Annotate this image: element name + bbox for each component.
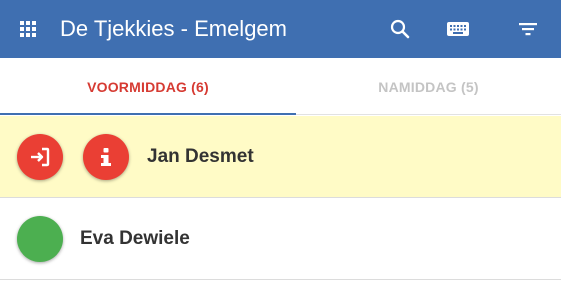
check-in-button[interactable] — [17, 134, 63, 180]
info-button[interactable] — [83, 134, 129, 180]
keyboard-icon[interactable] — [446, 17, 470, 41]
child-name: Eva Dewiele — [80, 228, 190, 249]
list-item[interactable]: Jan Desmet — [0, 116, 561, 198]
child-name: Jan Desmet — [147, 146, 254, 167]
active-tab-indicator — [0, 113, 296, 115]
tab-namiddag[interactable]: NAMIDDAG (5) — [296, 58, 561, 115]
status-dot-icon[interactable] — [17, 216, 63, 262]
tab-voormiddag[interactable]: VOORMIDDAG (6) — [0, 58, 296, 115]
filter-icon[interactable] — [516, 17, 540, 41]
tab-bar: VOORMIDDAG (6) NAMIDDAG (5) — [0, 58, 561, 115]
app-bar: De Tjekkies - Emelgem — [0, 0, 561, 58]
info-icon — [101, 148, 111, 166]
apps-icon[interactable] — [16, 17, 40, 41]
check-in-icon — [31, 147, 50, 167]
list-item[interactable]: Eva Dewiele — [0, 198, 561, 280]
app-title: De Tjekkies - Emelgem — [60, 16, 287, 41]
search-icon[interactable] — [388, 17, 412, 41]
